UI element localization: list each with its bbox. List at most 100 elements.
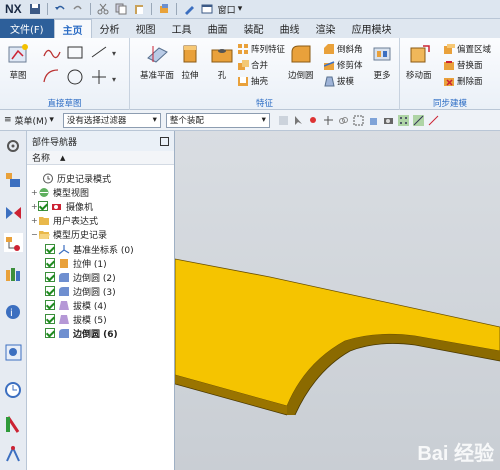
delete-face-button[interactable]: 删除面 [444,74,483,88]
checkbox[interactable] [38,201,48,211]
tree-item-model-history[interactable]: − 模型历史记录 [31,227,107,241]
maximize-icon[interactable] [160,136,169,146]
quick-access-bar: NX 窗口 ▾ [0,0,500,19]
add-icon[interactable] [323,115,334,126]
clock-icon[interactable] [4,381,23,400]
part-icon[interactable] [158,3,170,15]
assembly-navigator-icon[interactable] [4,171,23,190]
resource-bar: i [0,131,27,470]
chamfer-button[interactable]: 倒斜角 [324,42,363,56]
undo-icon[interactable] [54,3,66,15]
extrude-icon [183,45,197,63]
part-navigator-icon[interactable] [4,233,23,252]
reuse-library-icon[interactable] [4,265,23,284]
checkbox[interactable] [45,328,55,338]
snap-grid-icon[interactable] [397,114,409,126]
point-snap-icon[interactable] [308,115,319,126]
tree-item-edge-blend-3[interactable]: 边倒圆 (3) [45,284,116,298]
redo-icon[interactable] [72,3,84,15]
roles-icon[interactable] [4,445,23,464]
select-arrow-icon[interactable] [293,115,304,126]
edge-blend-button[interactable]: 边倒圆 [288,42,314,81]
tab-applications[interactable]: 应用模块 [344,19,400,38]
checkbox[interactable] [45,272,55,282]
more-button[interactable]: 更多 [370,42,394,81]
camera-icon[interactable] [383,115,394,126]
menu-button[interactable]: ≡ 菜单(M) ▾ [0,114,58,127]
unite-button[interactable]: 合并 [238,58,268,72]
svg-text:▾: ▾ [112,49,116,58]
tab-home[interactable]: 主页 [53,19,92,38]
extrude-button[interactable]: 拉伸 [178,42,202,81]
hole-button[interactable]: 孔 [210,42,234,81]
tree-item-datum-csys[interactable]: 基准坐标系 (0) [45,242,134,256]
offset-region-button[interactable]: 偏置区域 [444,42,491,56]
gear-icon[interactable] [4,137,23,156]
internet-explorer-icon[interactable]: i [4,303,23,322]
datum-plane-icon [147,46,168,63]
checkbox[interactable] [45,286,55,296]
tree-item-edge-blend-2[interactable]: 边倒圆 (2) [45,270,116,284]
checkbox[interactable] [45,300,55,310]
tree-item-draft-4[interactable]: 拔模 (4) [45,298,107,312]
tab-analysis[interactable]: 分析 [92,19,128,38]
copy-icon[interactable] [115,3,127,15]
replace-face-button[interactable]: 替换面 [444,58,483,72]
type-filter-select[interactable]: 没有选择过滤器 ▾ [62,112,161,128]
constraint-navigator-icon[interactable] [4,203,23,222]
cube-icon[interactable] [368,115,379,126]
tab-view[interactable]: 视图 [128,19,164,38]
draft-button[interactable]: 拔模 [324,74,354,88]
cut-icon[interactable] [97,3,109,15]
shell-button[interactable]: 抽壳 [238,74,268,88]
tab-render[interactable]: 渲染 [308,19,344,38]
trim-body-button[interactable]: 修剪体 [324,58,363,72]
checkbox[interactable] [45,314,55,324]
folder-open-icon [39,230,50,239]
offset-region-icon [444,43,455,54]
tree-item-cameras[interactable]: + 摄像机 [31,199,93,213]
checkbox[interactable] [45,244,55,254]
tab-file[interactable]: 文件(F) [0,19,54,38]
paste-icon[interactable] [133,3,145,15]
line-snap-icon[interactable] [412,114,424,126]
sketch-button[interactable]: 草图 [6,42,30,81]
expand-icon[interactable]: + [31,202,38,211]
tree-item-history-mode[interactable]: 历史记录模式 [35,171,111,185]
folder-icon [39,216,49,225]
tab-surface[interactable]: 曲面 [200,19,236,38]
edit-icon[interactable] [183,3,195,15]
tab-curve[interactable]: 曲线 [272,19,308,38]
datum-plane-button[interactable]: 基准平面 [140,42,174,81]
tree-item-extrude[interactable]: 拉伸 (1) [45,256,107,270]
pattern-feature-button[interactable]: 阵列特征 [238,42,285,56]
window-menu[interactable]: 窗口 [218,3,236,16]
tab-assembly[interactable]: 装配 [236,19,272,38]
select-faces-icon[interactable] [278,115,289,126]
collapse-icon[interactable]: − [31,230,38,239]
expand-icon[interactable]: + [31,188,38,197]
move-face-button[interactable]: 移动面 [406,42,432,81]
save-icon[interactable] [29,3,41,15]
history-icon[interactable] [4,343,23,362]
expand-icon[interactable]: + [31,216,38,225]
assembly-scope-select[interactable]: 整个装配 ▾ [165,112,270,128]
tab-tools[interactable]: 工具 [164,19,200,38]
system-materials-icon[interactable] [4,415,23,434]
tree-item-model-views[interactable]: + 模型视图 [31,185,89,199]
tree-item-edge-blend-6[interactable]: 边倒圆 (6) [45,326,118,340]
sketch-curve-tools[interactable]: ▾ ▾ [40,44,122,90]
box-select-icon[interactable] [353,115,364,126]
edge-blend-icon [59,272,69,282]
window-icon[interactable] [201,3,213,15]
tree-item-draft-5[interactable]: 拔模 (5) [45,312,107,326]
curve-snap-icon[interactable] [428,115,439,126]
link-icon[interactable] [338,115,349,126]
graphics-window[interactable]: Bai 经验 [175,131,500,470]
menu-icon: ≡ [4,115,12,125]
group-label-direct-sketch: 直接草图 [47,99,82,109]
chevron-down-icon[interactable]: ▾ [238,4,243,14]
navigator-column-header[interactable]: 名称 ▲ [27,151,174,165]
checkbox[interactable] [45,258,55,268]
tree-item-user-expressions[interactable]: + 用户表达式 [31,213,98,227]
